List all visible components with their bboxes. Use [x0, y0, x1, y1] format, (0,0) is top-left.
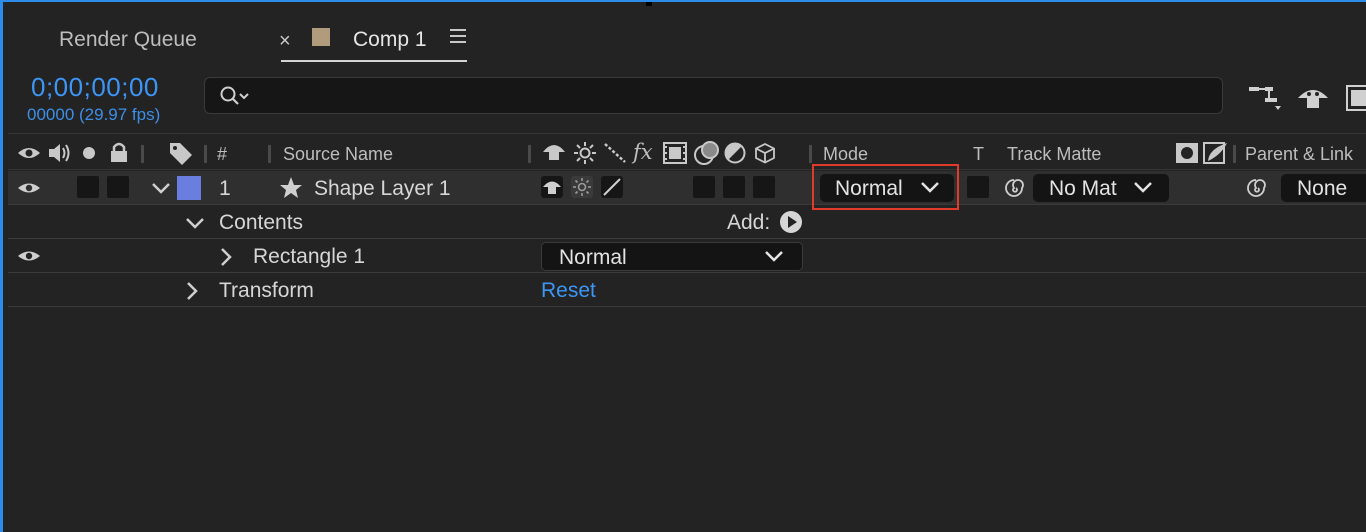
audio-toggle-box[interactable] — [77, 176, 99, 198]
collapse-sun-icon[interactable] — [573, 141, 597, 165]
column-hash[interactable]: # — [217, 144, 227, 165]
shy-switch-icon[interactable] — [541, 141, 567, 163]
adjustment-layer-icon[interactable] — [693, 140, 721, 166]
header-bottom-divider — [8, 169, 1366, 170]
adjustment-layer-switch[interactable] — [723, 176, 745, 198]
layer-name[interactable]: Shape Layer 1 — [314, 177, 451, 201]
collapse-sun-icon — [573, 178, 591, 196]
lock-icon[interactable] — [109, 141, 129, 163]
transform-row[interactable] — [8, 273, 1366, 307]
active-tab-indicator — [281, 60, 467, 62]
contents-label[interactable]: Contents — [219, 211, 303, 235]
shy-layers-icon[interactable] — [1295, 84, 1331, 114]
blend-mode-value: Normal — [559, 246, 627, 269]
parent-pickwhip-icon[interactable] — [1243, 176, 1269, 200]
header-top-divider — [8, 133, 1366, 134]
chevron-down-icon[interactable] — [185, 216, 205, 230]
shy-switch-icon — [543, 181, 561, 194]
header-divider — [1233, 145, 1236, 163]
contents-row[interactable] — [8, 205, 1366, 239]
tab-bar: Render Queue × Comp 1 — [3, 4, 1366, 62]
column-mode[interactable]: Mode — [823, 144, 868, 165]
chevron-down-icon — [765, 251, 783, 262]
rectangle-name[interactable]: Rectangle 1 — [253, 245, 365, 269]
column-track-matte[interactable]: Track Matte — [1007, 144, 1101, 165]
layer-visibility-eye-icon[interactable] — [17, 180, 41, 196]
collapse-switch[interactable] — [571, 176, 593, 198]
column-source-name[interactable]: Source Name — [283, 144, 393, 165]
label-tag-icon[interactable] — [168, 141, 194, 165]
chevron-down-icon[interactable] — [151, 181, 171, 195]
chevron-down-icon — [1134, 182, 1152, 193]
track-matte-dropdown[interactable]: No Mat — [1033, 174, 1169, 202]
quality-slash-icon — [603, 178, 621, 196]
chevron-right-icon[interactable] — [185, 281, 199, 301]
blend-mode-dropdown[interactable]: Normal — [541, 242, 803, 271]
frame-blending-icon[interactable] — [1345, 84, 1366, 114]
column-header-row: # Source Name fx Mode T Track Matte Pare… — [3, 135, 1366, 171]
panel-menu-icon[interactable] — [450, 29, 466, 47]
quality-icon[interactable] — [603, 142, 627, 164]
header-divider — [141, 145, 144, 163]
add-label: Add: — [727, 211, 771, 234]
matte-invert-icon[interactable] — [1203, 141, 1229, 165]
parent-value: None — [1297, 177, 1348, 200]
header-divider — [204, 145, 207, 163]
add-play-icon[interactable] — [779, 210, 803, 234]
video-eye-icon[interactable] — [17, 144, 41, 162]
tab-close-icon[interactable]: × — [279, 30, 291, 53]
preserve-transparency-box[interactable] — [967, 176, 989, 198]
composition-flowchart-icon[interactable] — [1247, 84, 1285, 114]
motion-blur-switch[interactable] — [693, 176, 715, 198]
visibility-eye-icon[interactable] — [17, 248, 41, 264]
shape-star-icon — [280, 177, 302, 198]
timeline-panel: Render Queue × Comp 1 0;00;00;00 00000 (… — [0, 0, 1366, 532]
tab-comp[interactable]: Comp 1 — [353, 28, 427, 52]
track-matte-pickwhip-icon[interactable] — [1001, 176, 1027, 200]
chevron-right-icon[interactable] — [219, 247, 233, 267]
3d-layer-switch[interactable] — [753, 176, 775, 198]
quality-switch[interactable] — [601, 176, 623, 198]
track-matte-value: No Mat — [1049, 177, 1117, 200]
audio-speaker-icon[interactable] — [47, 142, 73, 164]
current-time-display[interactable]: 0;00;00;00 — [31, 72, 159, 103]
header-divider — [528, 145, 531, 163]
lock-toggle-box[interactable] — [107, 176, 129, 198]
header-divider — [268, 145, 271, 163]
alpha-matte-icon[interactable] — [1175, 142, 1199, 164]
header-divider — [809, 145, 812, 163]
layer-number: 1 — [219, 177, 231, 200]
parent-dropdown[interactable]: None — [1281, 174, 1366, 202]
column-fx[interactable]: fx — [633, 140, 653, 164]
solo-dot-icon[interactable] — [82, 146, 96, 160]
shy-switch[interactable] — [541, 176, 563, 198]
layer-search-field[interactable] — [204, 77, 1223, 114]
search-icon — [220, 86, 249, 105]
3d-cube-icon[interactable] — [754, 142, 776, 164]
layer-label-color[interactable] — [177, 176, 201, 200]
column-t[interactable]: T — [973, 144, 984, 165]
tab-render-queue[interactable]: Render Queue — [59, 28, 197, 52]
transform-reset-link[interactable]: Reset — [541, 279, 596, 303]
motion-blur-film-icon[interactable] — [663, 142, 687, 164]
3d-half-circle-icon[interactable] — [724, 142, 746, 164]
mode-highlight-box — [812, 164, 959, 210]
comp-color-swatch — [312, 28, 330, 46]
frame-rate-display: 00000 (29.97 fps) — [27, 105, 161, 124]
column-parent-link[interactable]: Parent & Link — [1245, 144, 1353, 165]
transform-label[interactable]: Transform — [219, 279, 314, 303]
